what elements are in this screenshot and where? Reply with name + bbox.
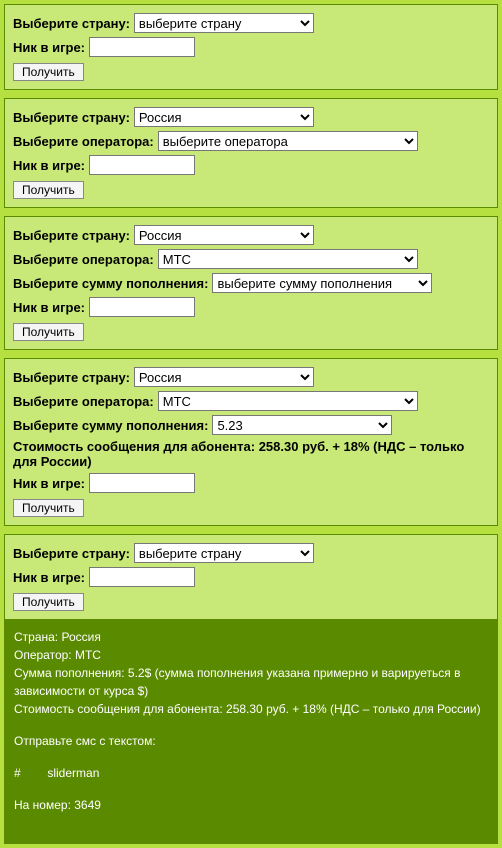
result-cost: Стоимость сообщения для абонента: 258.30… [14, 700, 488, 718]
result-number: На номер: 3649 [14, 796, 488, 814]
submit-button[interactable]: Получить [13, 593, 84, 611]
nick-label: Ник в игре: [13, 570, 85, 585]
country-select[interactable]: Россия [134, 367, 314, 387]
country-select[interactable]: Россия [134, 107, 314, 127]
nick-label: Ник в игре: [13, 300, 85, 315]
form-panel-3: Выберите страну: Россия Выберите операто… [4, 216, 498, 350]
result-operator: Оператор: МТС [14, 646, 488, 664]
country-label: Выберите страну: [13, 546, 130, 561]
country-label: Выберите страну: [13, 16, 130, 31]
amount-label: Выберите сумму пополнения: [13, 418, 208, 433]
country-label: Выберите страну: [13, 370, 130, 385]
amount-label: Выберите сумму пополнения: [13, 276, 208, 291]
form-panel-4: Выберите страну: Россия Выберите операто… [4, 358, 498, 526]
submit-button[interactable]: Получить [13, 63, 84, 81]
form-panel-5: Выберите страну: выберите страну Ник в и… [4, 534, 498, 620]
amount-select[interactable]: 5.23 [212, 415, 392, 435]
country-select[interactable]: Россия [134, 225, 314, 245]
nick-label: Ник в игре: [13, 158, 85, 173]
submit-button[interactable]: Получить [13, 499, 84, 517]
operator-select[interactable]: МТС [158, 391, 418, 411]
result-sms-instruction: Отправьте смс с текстом: [14, 732, 488, 750]
submit-button[interactable]: Получить [13, 323, 84, 341]
result-panel: Страна: Россия Оператор: МТС Сумма попол… [4, 620, 498, 844]
result-amount: Сумма пополнения: 5.2$ (сумма пополнения… [14, 664, 488, 700]
nick-label: Ник в игре: [13, 476, 85, 491]
operator-select[interactable]: выберите оператора [158, 131, 418, 151]
result-sms-text: # sliderman [14, 764, 488, 782]
nick-input[interactable] [89, 155, 195, 175]
nick-input[interactable] [89, 567, 195, 587]
country-select[interactable]: выберите страну [134, 13, 314, 33]
operator-select[interactable]: МТС [158, 249, 418, 269]
nick-input[interactable] [89, 473, 195, 493]
form-panel-2: Выберите страну: Россия Выберите операто… [4, 98, 498, 208]
operator-label: Выберите оператора: [13, 394, 154, 409]
country-label: Выберите страну: [13, 110, 130, 125]
nick-input[interactable] [89, 37, 195, 57]
submit-button[interactable]: Получить [13, 181, 84, 199]
nick-label: Ник в игре: [13, 40, 85, 55]
operator-label: Выберите оператора: [13, 252, 154, 267]
nick-input[interactable] [89, 297, 195, 317]
amount-select[interactable]: выберите сумму пополнения [212, 273, 432, 293]
cost-info: Стоимость сообщения для абонента: 258.30… [13, 439, 489, 469]
operator-label: Выберите оператора: [13, 134, 154, 149]
result-country: Страна: Россия [14, 628, 488, 646]
form-panel-1: Выберите страну: выберите страну Ник в и… [4, 4, 498, 90]
country-select[interactable]: выберите страну [134, 543, 314, 563]
country-label: Выберите страну: [13, 228, 130, 243]
